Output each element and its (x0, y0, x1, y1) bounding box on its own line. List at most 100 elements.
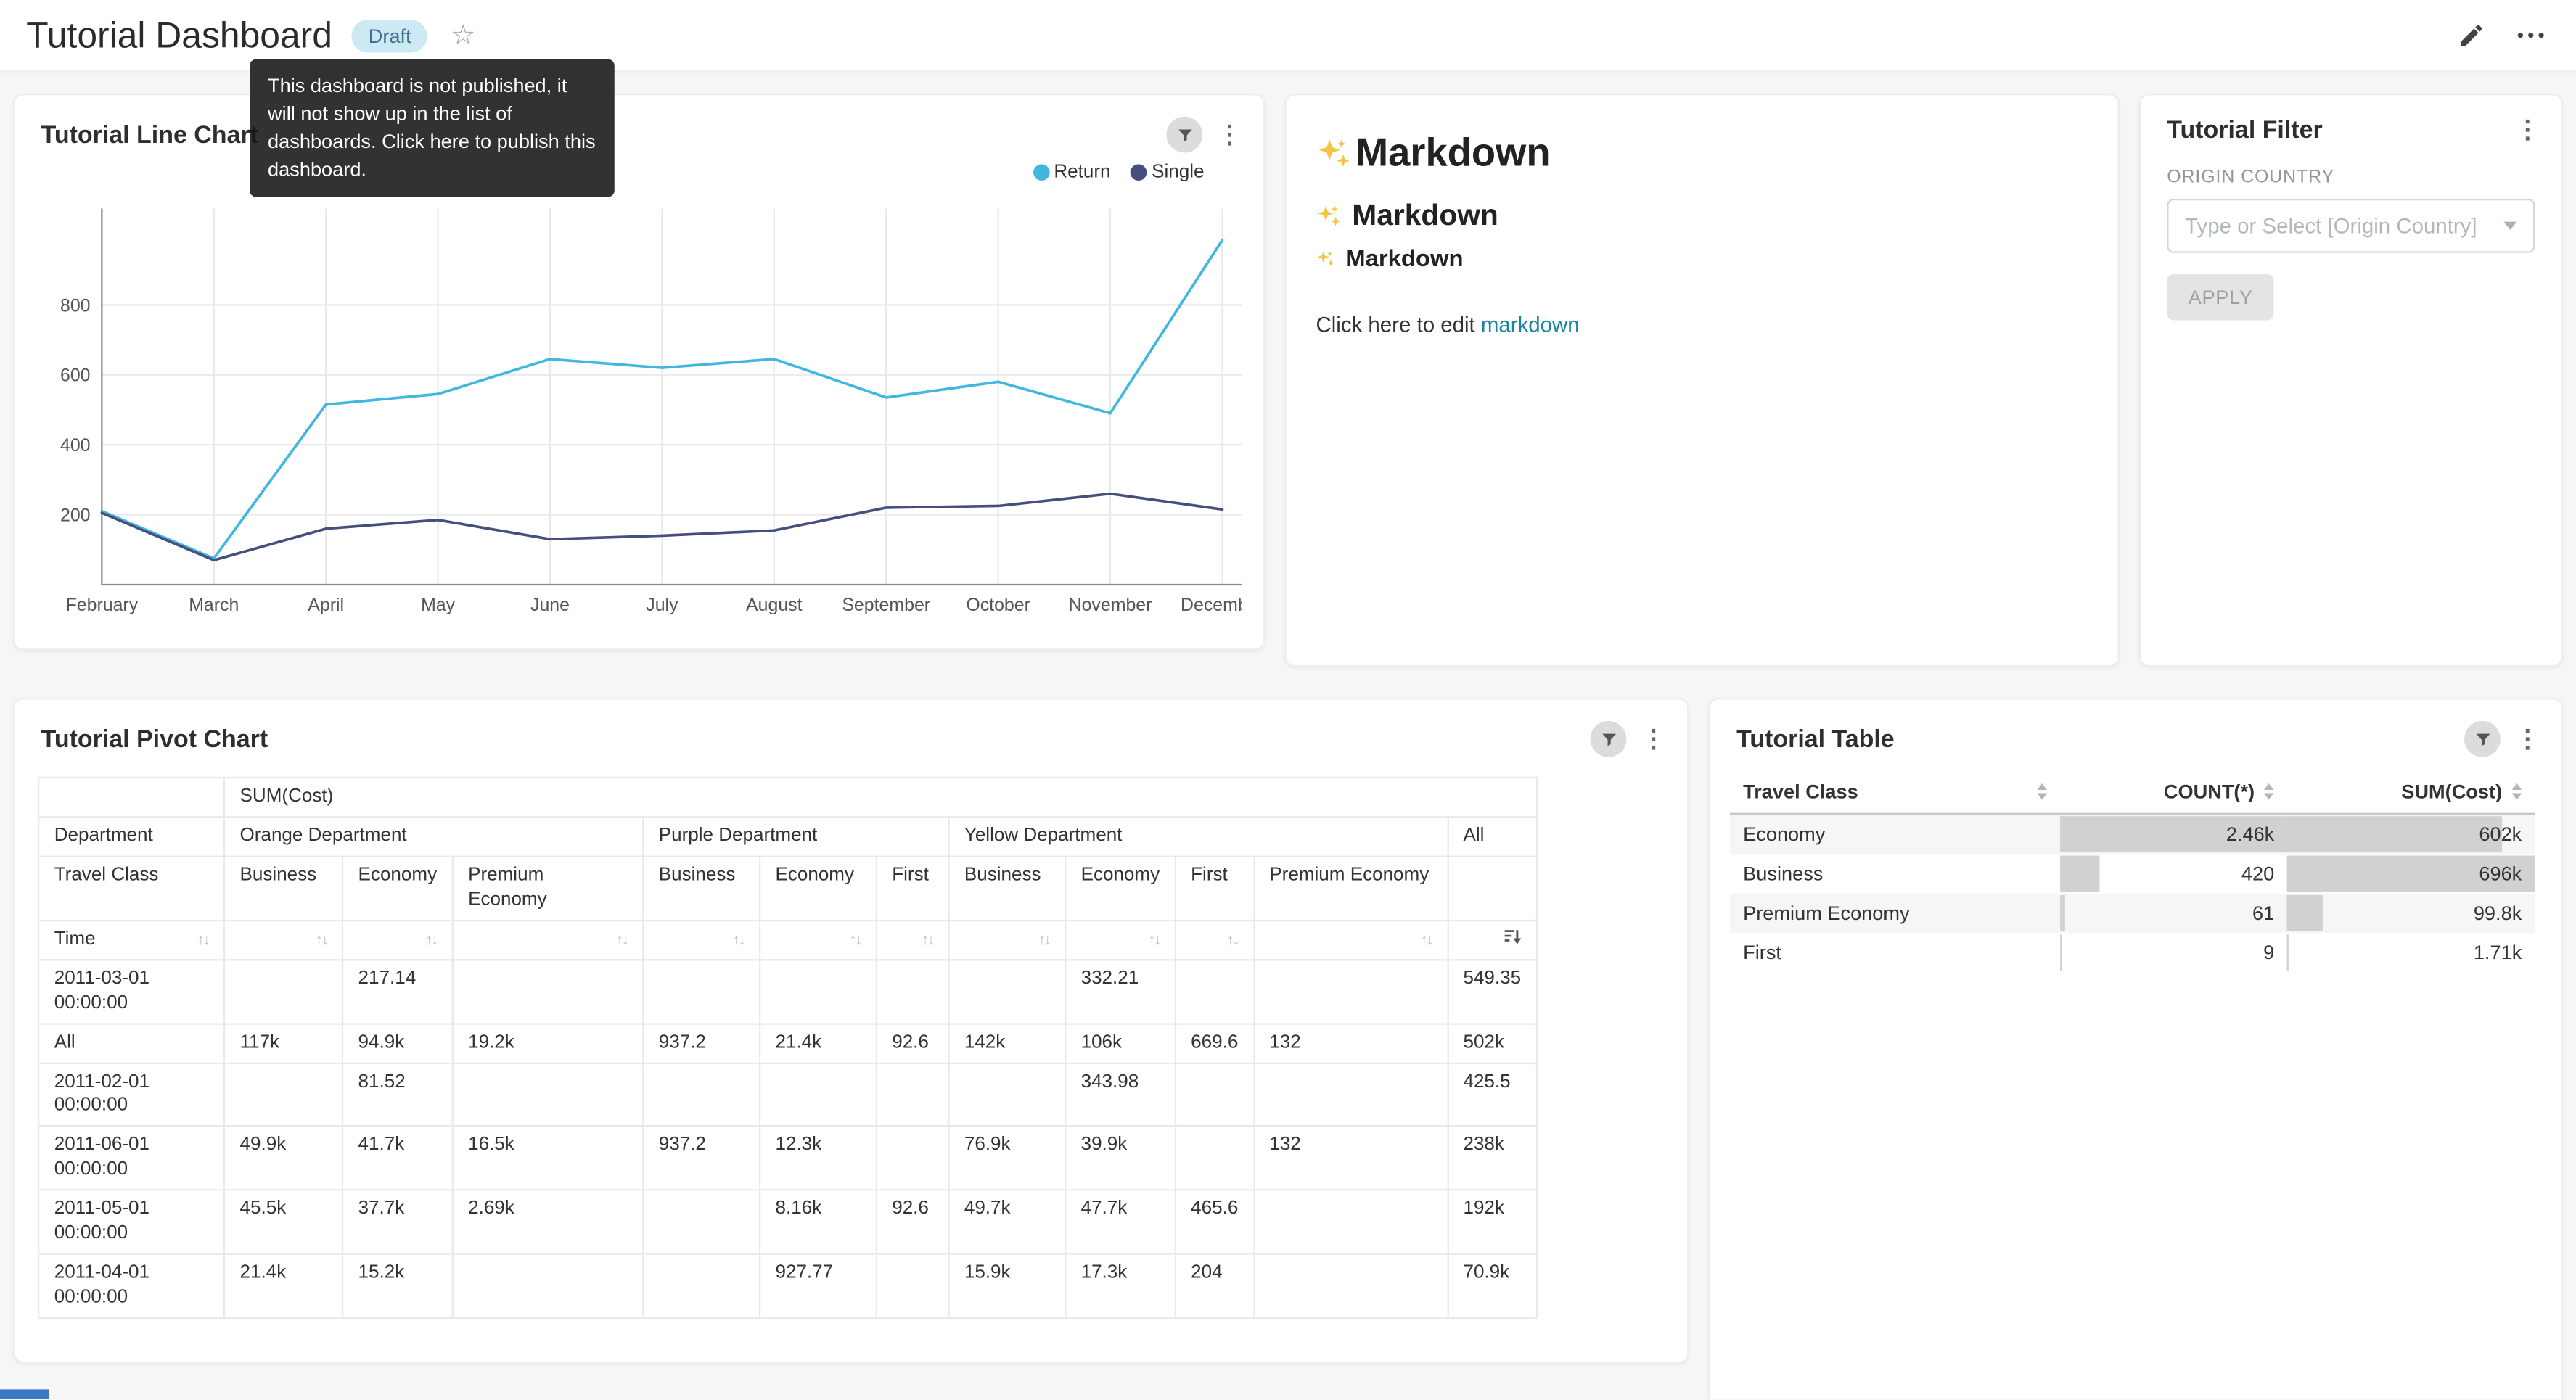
pivot-cell (877, 1127, 949, 1190)
pivot-sort-header[interactable]: ↑↓ (1065, 920, 1176, 959)
cell-travel-class: Economy (1730, 814, 2060, 854)
pivot-cell: 15.9k (948, 1254, 1065, 1318)
pivot-cell (1176, 960, 1254, 1024)
line-chart-area: 200400600800FebruaryMarchAprilMayJuneJul… (15, 186, 1242, 642)
unpublished-tooltip[interactable]: This dashboard is not published, it will… (250, 59, 615, 197)
pivot-cell (877, 960, 949, 1024)
filter-scope-icon[interactable] (2464, 721, 2501, 757)
x-tick-label: July (646, 595, 678, 615)
pivot-sort-header[interactable]: ↑↓ (342, 920, 453, 959)
column-header-count[interactable]: COUNT(*) (2060, 770, 2288, 814)
viewport: Tutorial Dashboard Draft ☆ This dashboar… (0, 0, 2576, 1400)
pivot-cell: 937.2 (643, 1024, 760, 1063)
pivot-sort-header[interactable]: ↑↓ (643, 920, 760, 959)
kebab-menu-icon[interactable]: ⋮ (2515, 118, 2535, 143)
pivot-sort-header[interactable]: ↑↓ (1254, 920, 1448, 959)
pivot-cell: 37.7k (342, 1190, 453, 1254)
table-title: Tutorial Table (1736, 725, 2464, 753)
pivot-sort-header[interactable]: ↑↓ (760, 920, 877, 959)
pivot-row: 2011-06-01 00:00:0049.9k41.7k16.5k937.21… (38, 1127, 1536, 1190)
sort-icon: ↑↓ (425, 931, 437, 947)
chevron-down-icon (2503, 222, 2516, 230)
pivot-cell (643, 960, 760, 1024)
origin-country-select[interactable]: Type or Select [Origin Country] (2167, 199, 2535, 253)
page-title: Tutorial Dashboard (26, 14, 332, 57)
legend-item[interactable]: Single (1131, 162, 1205, 182)
pivot-cell: 549.35 (1448, 960, 1537, 1024)
pivot-sort-header[interactable]: ↑↓ (948, 920, 1065, 959)
pivot-cell: 2.69k (453, 1190, 644, 1254)
y-tick-label: 400 (60, 435, 91, 456)
pivot-cell (643, 1063, 760, 1127)
markdown-h3: Markdown (1316, 247, 2091, 273)
kebab-menu-icon[interactable]: ⋮ (1218, 123, 1237, 147)
markdown-cta-prefix: Click here to edit (1316, 312, 1480, 337)
pivot-class-header: Business (948, 856, 1065, 920)
pivot-table: SUM(Cost)DepartmentOrange DepartmentPurp… (38, 777, 1538, 1319)
pivot-sort-header[interactable] (1448, 920, 1537, 959)
pivot-cell: 94.9k (342, 1024, 453, 1063)
markdown-edit-link[interactable]: markdown (1481, 312, 1580, 337)
sort-desc-active-icon (1503, 928, 1521, 946)
card-actions: ⋮ (1166, 117, 1236, 153)
pivot-cell: 425.5 (1448, 1063, 1537, 1127)
line-chart-svg: 200400600800FebruaryMarchAprilMayJuneJul… (15, 186, 1242, 642)
pivot-cell: 39.9k (1065, 1127, 1176, 1190)
chart-legend: Return Single (1033, 162, 1205, 182)
cell-travel-class: Business (1730, 854, 2060, 893)
markdown-h1-text: Markdown (1355, 131, 1551, 177)
sort-icon: ↑↓ (1421, 931, 1432, 947)
filter-scope-icon[interactable] (1591, 721, 1627, 757)
star-icon[interactable]: ☆ (451, 21, 476, 49)
draft-badge[interactable]: Draft (352, 19, 427, 52)
pivot-sort-header[interactable]: ↑↓ (224, 920, 342, 959)
pivot-row-label: 2011-02-01 00:00:00 (38, 1063, 224, 1127)
pivot-cell: 927.77 (760, 1254, 877, 1318)
pivot-cell: 132 (1254, 1024, 1448, 1063)
table-row: Premium Economy6199.8k (1730, 894, 2535, 933)
card-actions: ⋮ (2464, 721, 2535, 757)
apply-button[interactable]: APPLY (2167, 274, 2274, 320)
column-header-sum-cost[interactable]: SUM(Cost) (2287, 770, 2535, 814)
pivot-sort-header[interactable]: ↑↓ (877, 920, 949, 959)
x-tick-label: February (66, 595, 139, 615)
pivot-cell: 8.16k (760, 1190, 877, 1254)
edit-icon[interactable] (2451, 16, 2490, 55)
sort-icon: ↑↓ (197, 931, 209, 947)
card-header: Tutorial Filter ⋮ (2141, 95, 2561, 155)
sort-caret-icon (2265, 783, 2275, 800)
filter-scope-icon[interactable] (1166, 117, 1202, 153)
legend-item[interactable]: Return (1033, 162, 1111, 182)
pivot-table-area: SUM(Cost)DepartmentOrange DepartmentPurp… (15, 767, 1687, 1319)
pivot-time-sort-header[interactable]: Time↑↓ (38, 920, 224, 959)
select-placeholder: Type or Select [Origin Country] (2185, 213, 2477, 238)
more-menu-icon[interactable] (2510, 16, 2549, 55)
kebab-menu-icon[interactable]: ⋮ (2515, 727, 2535, 752)
pivot-cell (877, 1063, 949, 1127)
pivot-cell: 21.4k (224, 1254, 342, 1318)
pivot-cell: 92.6 (877, 1190, 949, 1254)
markdown-h2-text: Markdown (1352, 199, 1498, 234)
pivot-sort-header[interactable]: ↑↓ (453, 920, 644, 959)
pivot-cell (453, 1063, 644, 1127)
pivot-class-header: First (877, 856, 949, 920)
pivot-sort-header[interactable]: ↑↓ (1176, 920, 1254, 959)
x-tick-label: September (842, 595, 930, 615)
y-tick-label: 800 (60, 295, 91, 316)
pivot-cell: 343.98 (1065, 1063, 1176, 1127)
pivot-cell: 21.4k (760, 1024, 877, 1063)
pivot-class-header (1448, 856, 1537, 920)
pivot-cell (948, 960, 1065, 1024)
bottom-left-blue-fragment (0, 1389, 49, 1399)
x-tick-label: August (746, 595, 803, 615)
card-header: Tutorial Line Chart ⋮ (15, 95, 1263, 162)
pivot-cell: 16.5k (453, 1127, 644, 1190)
pivot-department-row: DepartmentOrange DepartmentPurple Depart… (38, 817, 1536, 856)
pivot-cell: 106k (1065, 1024, 1176, 1063)
cell-travel-class: Premium Economy (1730, 894, 2060, 933)
sparkles-icon (1316, 136, 1352, 173)
column-header-travel-class[interactable]: Travel Class (1730, 770, 2060, 814)
table-header-row: Travel ClassCOUNT(*)SUM(Cost) (1730, 770, 2535, 814)
cell-sum-cost: 696k (2287, 854, 2535, 893)
kebab-menu-icon[interactable]: ⋮ (1641, 727, 1661, 752)
